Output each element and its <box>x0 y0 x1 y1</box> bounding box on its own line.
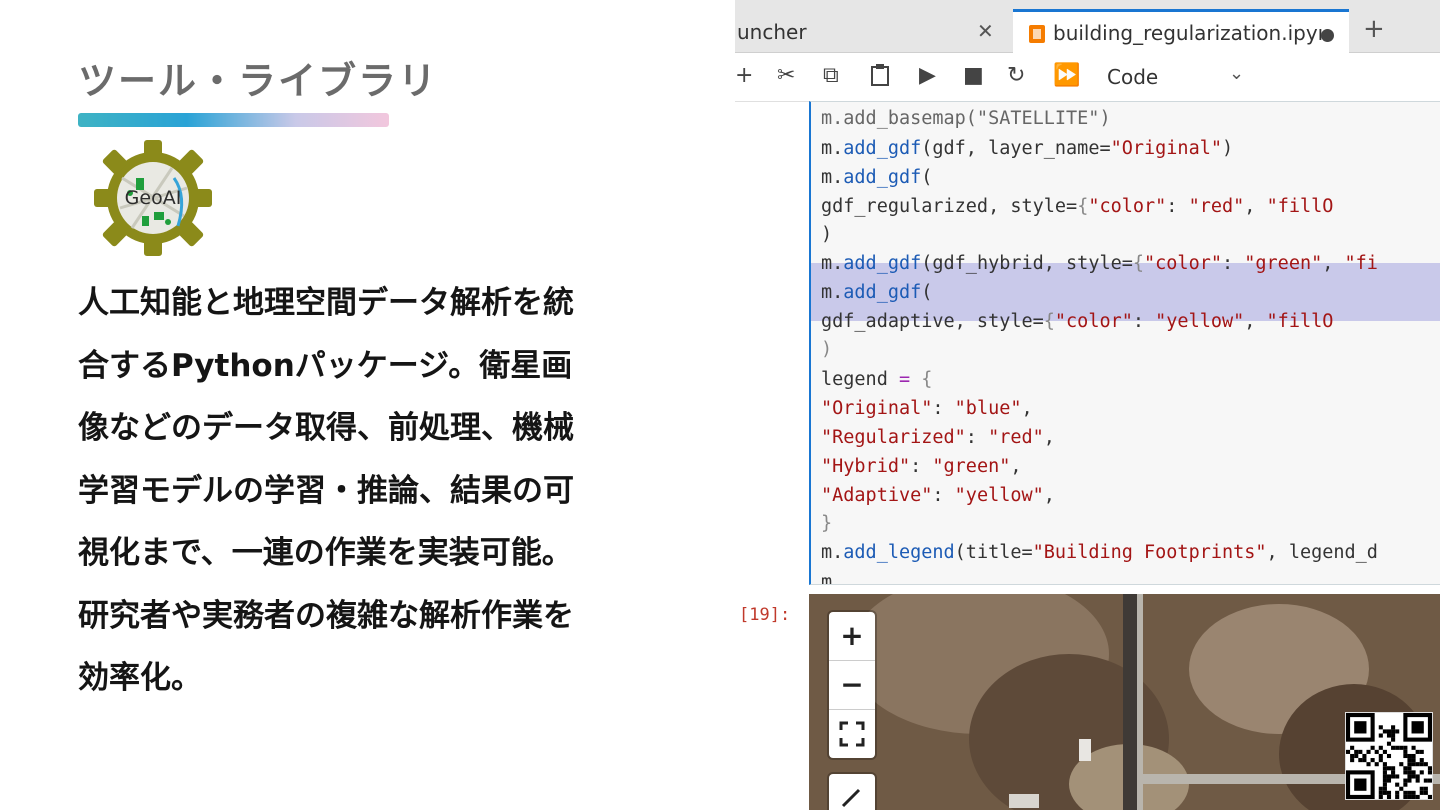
code-area: m.add_basemap("SATELLITE") m.add_gdf(gdf,… <box>735 101 1440 587</box>
description: 人工知能と地理空間データ解析を統 合するPythonパッケージ。衛星画 像などの… <box>78 272 668 710</box>
description-line: 視化まで、一連の作業を実装可能。 <box>78 535 573 571</box>
code-line: "Regularized": "red", <box>821 427 1055 448</box>
logo-text: GeoAI <box>125 187 182 209</box>
description-line: 像などのデータ取得、前処理、機械 <box>78 410 574 446</box>
description-line: 効率化。 <box>78 660 202 696</box>
draw-line-button[interactable] <box>829 774 875 810</box>
tab-label: uncher <box>737 20 807 44</box>
tab-label: building_regularization.ipyı <box>1053 21 1324 45</box>
close-icon[interactable]: ✕ <box>977 19 994 43</box>
new-tab-button[interactable]: + <box>1363 14 1385 44</box>
code-line: } <box>821 513 832 534</box>
code-line: m <box>821 572 832 584</box>
qr-code <box>1345 712 1433 800</box>
description-line: 人工知能と地理空間データ解析を統 <box>78 285 574 321</box>
fullscreen-icon <box>839 721 865 747</box>
code-text: m.add_basemap("SATELLITE") m.add_gdf(gdf,… <box>821 108 1378 584</box>
zoom-out-button[interactable]: − <box>829 661 875 710</box>
code-line: ) <box>821 224 832 245</box>
code-line: legend = { <box>821 369 932 390</box>
tab-bar: uncher ✕ building_regularization.ipyı + <box>735 0 1440 55</box>
paste-button[interactable] <box>869 63 891 93</box>
output-prompt: [19]: <box>739 605 791 625</box>
code-line: ) <box>821 339 832 360</box>
tab-notebook[interactable]: building_regularization.ipyı <box>1013 9 1349 55</box>
code-line: gdf_regularized, style={"color": "red", … <box>821 196 1333 217</box>
cell-type-label: Code <box>1107 65 1159 89</box>
run-button[interactable]: ▶ <box>919 63 936 88</box>
run-all-button[interactable]: ⏩ <box>1053 63 1080 88</box>
description-line: 合するPythonパッケージ。衛星画 <box>78 347 573 384</box>
description-line: 学習モデルの学習・推論、結果の可 <box>78 472 574 509</box>
code-line: "Original": "blue", <box>821 398 1033 419</box>
line-draw-icon <box>841 788 861 808</box>
code-line: "Hybrid": "green", <box>821 456 1022 477</box>
code-line: "Adaptive": "yellow", <box>821 485 1055 506</box>
restart-button[interactable]: ↻ <box>1007 63 1025 88</box>
code-cell[interactable]: m.add_basemap("SATELLITE") m.add_gdf(gdf,… <box>809 101 1440 585</box>
geoai-logo: GeoAI <box>94 140 212 256</box>
chevron-down-icon: ⌄ <box>1229 63 1245 84</box>
slide-panel: ツール・ライブラリ GeoAI 人工知能と地理空間データ解析を統 合するPyth… <box>0 0 735 810</box>
code-line: m.add_gdf(gdf_hybrid, style={"color": "g… <box>821 253 1378 274</box>
code-line: m.add_gdf(gdf, layer_name="Original") <box>821 138 1233 159</box>
notebook-toolbar: + ✂ ⧉ ▶ ■ ↻ ⏩ Code ⌄ <box>735 53 1440 102</box>
clipboard-icon <box>871 64 889 86</box>
add-cell-button[interactable]: + <box>735 63 753 88</box>
code-line: m.add_gdf( <box>821 167 932 188</box>
code-line: m.add_basemap("SATELLITE") <box>821 108 1111 129</box>
code-line: m.add_gdf( <box>821 282 932 303</box>
slide-title: ツール・ライブラリ <box>78 59 439 103</box>
cut-button[interactable]: ✂ <box>777 63 795 88</box>
fullscreen-button[interactable] <box>829 710 875 758</box>
unsaved-dot-icon[interactable] <box>1321 29 1334 42</box>
copy-button[interactable]: ⧉ <box>823 63 839 88</box>
tab-launcher[interactable]: uncher ✕ <box>735 12 1010 52</box>
stop-button[interactable]: ■ <box>963 63 984 88</box>
code-line: m.add_legend(title="Building Footprints"… <box>821 542 1378 563</box>
zoom-control: + − <box>829 612 875 758</box>
title-underline-bar <box>78 113 389 127</box>
cell-type-select[interactable]: Code ⌄ <box>1097 63 1247 91</box>
zoom-in-button[interactable]: + <box>829 612 875 661</box>
notebook-icon <box>1029 25 1045 43</box>
code-line: gdf_adaptive, style={"color": "yellow", … <box>821 311 1333 332</box>
description-line: 研究者や実務者の複雑な解析作業を <box>78 597 574 634</box>
qr-code-icon <box>1346 713 1432 799</box>
jupyter-screenshot: uncher ✕ building_regularization.ipyı + … <box>735 0 1440 810</box>
